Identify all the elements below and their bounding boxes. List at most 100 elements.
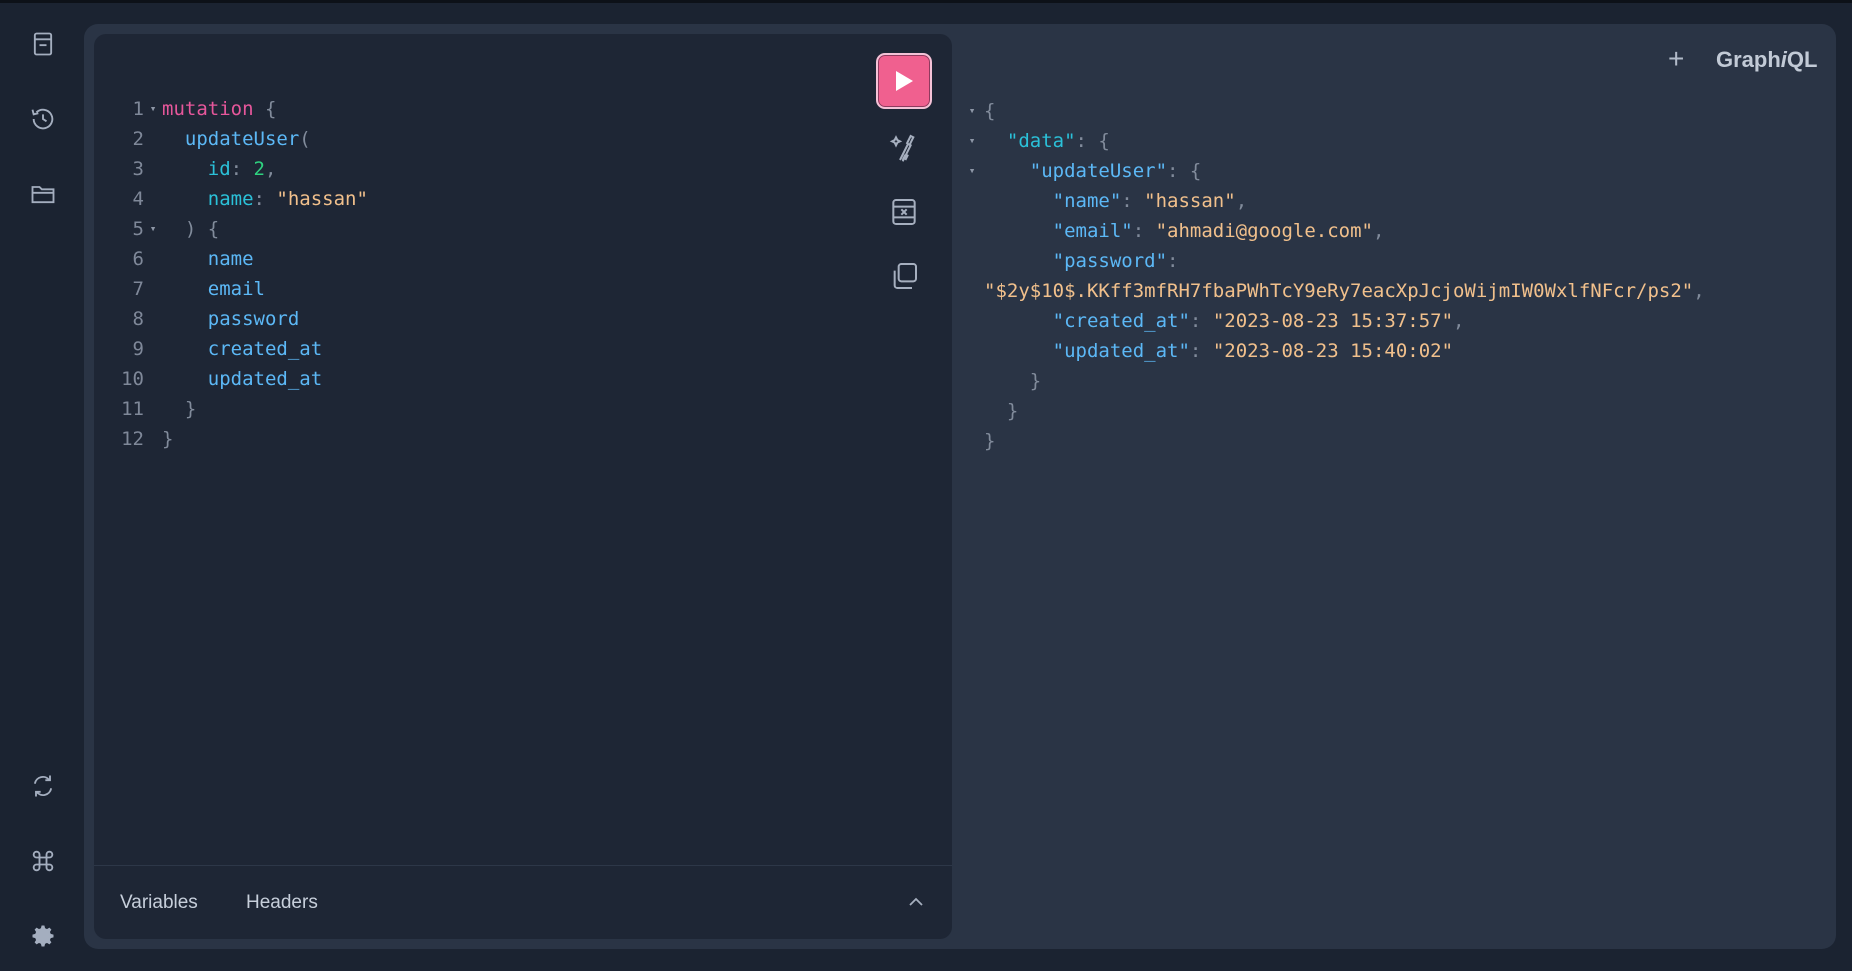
token-sp [162, 248, 208, 270]
code-line: 1 ▾ mutation { [94, 94, 368, 124]
token-key: "name" [1052, 190, 1122, 212]
code-text: } [162, 394, 196, 424]
code-text: mutation { [162, 94, 276, 124]
headers-tab[interactable]: Headers [246, 892, 318, 914]
graphiql-logo: GraphiQL [1716, 47, 1818, 72]
token-pun: } [162, 428, 174, 450]
result-text: } [984, 426, 995, 456]
token-sp [162, 188, 208, 210]
line-number: 2 [132, 128, 144, 150]
token-kw: mutation [162, 98, 254, 120]
result-viewer[interactable]: ▾{▾ "data": {▾ "updateUser": { "name": "… [960, 96, 1705, 456]
token-pun: , [1693, 280, 1705, 302]
token-pun: : [1121, 190, 1145, 212]
result-text: "data": { [984, 126, 1110, 156]
line-number: 4 [132, 188, 144, 210]
token-num: 2 [253, 158, 265, 180]
prettify-icon [889, 134, 915, 162]
token-fn: email [207, 278, 265, 300]
refresh-icon[interactable] [24, 767, 62, 805]
line-number: 6 [132, 248, 144, 270]
token-str: "hassan" [1144, 190, 1236, 212]
code-text: } [162, 424, 173, 454]
code-line: 2 updateUser( [94, 124, 368, 154]
code-text: id: 2, [162, 154, 277, 184]
fold-toggle-icon[interactable]: ▾ [144, 214, 162, 244]
run-button[interactable] [876, 53, 932, 109]
window-top-edge [0, 0, 1852, 3]
token-str: "ahmadi@google.com" [1155, 220, 1373, 242]
code-text: password [162, 304, 300, 334]
token-pun: : [1132, 220, 1156, 242]
token-sp [984, 220, 1053, 242]
chevron-up-icon[interactable] [904, 890, 928, 914]
code-text: created_at [162, 334, 322, 364]
merge-fragments-button[interactable] [876, 184, 932, 240]
fold-toggle-icon[interactable]: ▾ [960, 96, 984, 126]
result-text: "updated_at": "2023-08-23 15:40:02" [984, 336, 1453, 366]
line-number: 12 [121, 428, 144, 450]
token-sp [162, 278, 208, 300]
copy-icon [893, 263, 917, 289]
token-fn: created_at [207, 338, 323, 360]
fold-toggle-icon[interactable]: ▾ [960, 126, 984, 156]
query-editor[interactable]: 1 ▾ mutation {2 updateUser(3 id: 2, 4 name:… [94, 94, 368, 454]
line-number: 10 [121, 368, 144, 390]
token-pun: : [230, 158, 254, 180]
token-pun: } [1006, 400, 1019, 422]
settings-icon[interactable] [24, 917, 62, 955]
result-line: "$2y$10$.KKff3mfRH7fbaPWhTcY9eRy7eacXpJc… [960, 276, 1705, 306]
history-icon[interactable] [24, 100, 62, 138]
code-line: 12} [94, 424, 368, 454]
code-line: 10 updated_at [94, 364, 368, 394]
code-line: 11 } [94, 394, 368, 424]
fold-toggle-icon[interactable]: ▾ [960, 156, 984, 186]
token-str: "2023-08-23 15:40:02" [1212, 340, 1454, 362]
token-pun: : [1189, 310, 1213, 332]
code-line: 9 created_at [94, 334, 368, 364]
result-line: "password": [960, 246, 1705, 276]
token-pun: , [265, 158, 277, 180]
token-sp [984, 400, 1007, 422]
token-key: "email" [1052, 220, 1133, 242]
result-text: } [984, 366, 1041, 396]
variables-tab[interactable]: Variables [120, 892, 198, 914]
token-pun: : [1189, 340, 1213, 362]
token-sp [162, 368, 208, 390]
token-sp [162, 128, 185, 150]
token-sp [162, 398, 185, 420]
explorer-icon[interactable] [24, 175, 62, 213]
token-pun: , [1372, 220, 1385, 242]
token-sp [984, 190, 1053, 212]
line-number: 11 [121, 398, 144, 420]
token-pun: : { [1075, 130, 1110, 152]
token-key: "updated_at" [1052, 340, 1190, 362]
shortcuts-icon[interactable] [24, 842, 62, 880]
token-str: "hassan" [276, 188, 368, 210]
result-text: { [984, 96, 995, 126]
token-key: "created_at" [1052, 310, 1190, 332]
result-text: "email": "ahmadi@google.com", [984, 216, 1385, 246]
result-line: ▾ "data": { [960, 126, 1705, 156]
code-text: updateUser( [162, 124, 311, 154]
docs-icon[interactable] [24, 25, 62, 63]
prettify-button[interactable] [876, 120, 932, 176]
result-line: } [960, 426, 1705, 456]
code-line: 5 ▾ ) { [94, 214, 368, 244]
result-text: "name": "hassan", [984, 186, 1248, 216]
token-sp [162, 158, 208, 180]
token-fn: password [207, 308, 300, 330]
add-tab-button[interactable]: + [1668, 45, 1684, 73]
fold-toggle-icon[interactable]: ▾ [144, 94, 162, 124]
token-pun: , [1235, 190, 1248, 212]
code-text: updated_at [162, 364, 322, 394]
result-text: } [984, 396, 1018, 426]
token-pun: } [984, 430, 996, 452]
token-sp [984, 160, 1030, 182]
result-text: "$2y$10$.KKff3mfRH7fbaPWhTcY9eRy7eacXpJc… [984, 276, 1705, 306]
copy-query-button[interactable] [876, 248, 932, 304]
token-key: "updateUser" [1029, 160, 1168, 182]
code-text: name: "hassan" [162, 184, 368, 214]
play-icon [896, 71, 913, 91]
result-line: ▾{ [960, 96, 1705, 126]
